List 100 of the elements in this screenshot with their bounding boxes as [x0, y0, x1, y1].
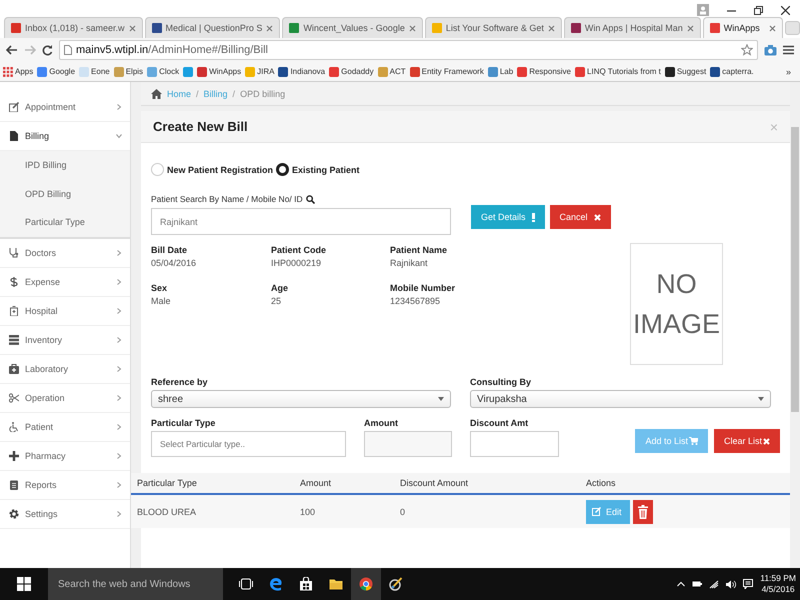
site-icon [432, 23, 442, 33]
camera-icon[interactable] [764, 44, 777, 56]
input-field[interactable] [364, 431, 452, 457]
submenu-item[interactable]: OPD Billing [0, 180, 130, 208]
windows-icon[interactable] [17, 577, 31, 591]
wheelchair-icon [9, 422, 19, 432]
paint-brush-icon[interactable] [389, 577, 403, 591]
dollar-icon [9, 276, 19, 286]
sidebar-item[interactable]: Operation [0, 384, 130, 412]
submenu-item[interactable]: IPD Billing [0, 151, 130, 180]
sidebar-item[interactable]: Hospital [0, 296, 130, 326]
sidebar-item[interactable]: Settings [0, 500, 130, 528]
address-bar[interactable]: mainv5.wtipl.in/AdminHome#/Billing/Bill [59, 40, 758, 60]
browser-tab[interactable]: WinApps [702, 17, 784, 38]
wifi-icon[interactable] [709, 580, 720, 588]
browser-icon[interactable] [269, 577, 283, 591]
taskbar-search-field[interactable]: Search the web and Windows [48, 568, 223, 600]
input-field[interactable]: Select Particular type.. [151, 431, 346, 457]
sidebar-item[interactable]: Pharmacy [0, 442, 130, 470]
bookmark[interactable]: Suggest [676, 67, 706, 76]
input-field[interactable] [470, 431, 559, 457]
back-icon[interactable] [6, 45, 18, 55]
close-icon [763, 438, 770, 444]
browser-tab[interactable]: Win Apps | Hospital Man [564, 17, 701, 38]
star-icon[interactable] [741, 44, 753, 56]
bookmark[interactable]: Entity Framework [422, 67, 484, 76]
gear-icon [9, 508, 19, 518]
search-field[interactable]: Rajnikant [151, 208, 451, 235]
field-label: Bill Date [151, 245, 188, 255]
building-icon [9, 306, 19, 316]
chrome-icon[interactable] [359, 577, 373, 591]
bookmark[interactable]: Elpis [126, 67, 144, 76]
radio-label: Existing Patient [292, 164, 360, 174]
cancel-button[interactable]: Cancel [550, 205, 611, 229]
submenu-item[interactable]: Particular Type [0, 208, 130, 236]
site-icon [152, 23, 162, 33]
task-view-icon[interactable] [239, 577, 253, 591]
sidebar-item[interactable]: Expense [0, 268, 130, 296]
bookmark[interactable]: Responsive [529, 67, 572, 76]
no-image-text: NO IMAGE [633, 268, 720, 341]
bookmark[interactable]: JIRA [257, 67, 274, 76]
chevron-right-icon [116, 366, 122, 372]
column-header: Amount [300, 478, 332, 488]
field-label: Mobile Number [390, 283, 456, 293]
sidebar-item[interactable]: Patient [0, 412, 130, 442]
bookmark[interactable]: Clock [159, 67, 180, 76]
clock-date: 4/5/2016 [762, 584, 795, 595]
folder-icon[interactable] [329, 577, 343, 591]
field-value: 1234567895 [390, 296, 442, 306]
notification-icon[interactable] [743, 579, 754, 589]
browser-tab[interactable]: Wincent_Values - Google [282, 17, 423, 38]
bookmark[interactable]: Godaddy [341, 67, 374, 76]
cart-icon [688, 437, 698, 445]
sidebar-item[interactable]: Laboratory [0, 354, 130, 384]
store-icon[interactable] [299, 577, 313, 591]
chevron-up-icon[interactable] [677, 581, 686, 587]
field-value: Male [151, 296, 172, 306]
page-icon [64, 45, 72, 55]
dropdown[interactable]: Virupaksha [470, 390, 771, 408]
speaker-icon[interactable] [726, 580, 736, 588]
bookmark[interactable]: Eone [91, 67, 110, 76]
reload-icon[interactable] [42, 44, 53, 56]
browser-tab[interactable]: Medical | QuestionPro S [144, 17, 280, 38]
chevron-down-icon [116, 133, 122, 139]
bookmark[interactable]: LINQ Tutorials from t [587, 67, 661, 76]
clock-time: 11:59 PM [760, 573, 796, 584]
site-icon [710, 23, 720, 33]
site-icon[interactable] [183, 66, 194, 76]
menu-icon[interactable] [783, 45, 794, 55]
radio-button[interactable] [276, 163, 290, 176]
clock[interactable]: 11:59 PM 4/5/2016 [760, 573, 796, 595]
field-label: Sex [151, 283, 168, 293]
bookmark[interactable]: Indianova [290, 67, 326, 76]
bookmark[interactable]: Google [49, 67, 76, 76]
restore-icon[interactable] [754, 6, 763, 14]
browser-tab[interactable]: List Your Software & Get [424, 17, 562, 38]
field-label: Patient Name [390, 245, 448, 255]
battery-icon[interactable] [692, 580, 702, 588]
field-label: Reference by [151, 377, 209, 387]
site-icon [710, 66, 720, 76]
sidebar-item[interactable]: Inventory [0, 326, 130, 354]
scrollbar-thumb[interactable] [791, 127, 799, 412]
close-icon[interactable] [781, 6, 790, 14]
breadcrumb-separator: / [232, 88, 236, 98]
bookmark[interactable]: WinApps [209, 67, 242, 76]
field-value: Rajnikant [390, 258, 429, 268]
more-bookmarks[interactable]: » [786, 66, 797, 76]
clear-list-button[interactable]: Clear List [714, 429, 780, 453]
home-icon[interactable] [151, 88, 162, 98]
sidebar-item[interactable]: Doctors [0, 238, 130, 268]
dropdown[interactable]: shree [151, 390, 451, 408]
sidebar-item[interactable]: Appointment [0, 93, 130, 122]
browser-tab[interactable]: Inbox (1,018) - sameer.w [4, 17, 143, 38]
site-icon [575, 66, 586, 76]
bookmark[interactable]: Lab [500, 67, 514, 76]
bookmark[interactable]: capterra. [722, 67, 754, 76]
bookmark[interactable]: Apps [15, 67, 34, 76]
sidebar-item[interactable]: Reports [0, 470, 130, 500]
bookmark[interactable]: ACT [390, 67, 406, 76]
delete-button[interactable] [633, 500, 653, 524]
